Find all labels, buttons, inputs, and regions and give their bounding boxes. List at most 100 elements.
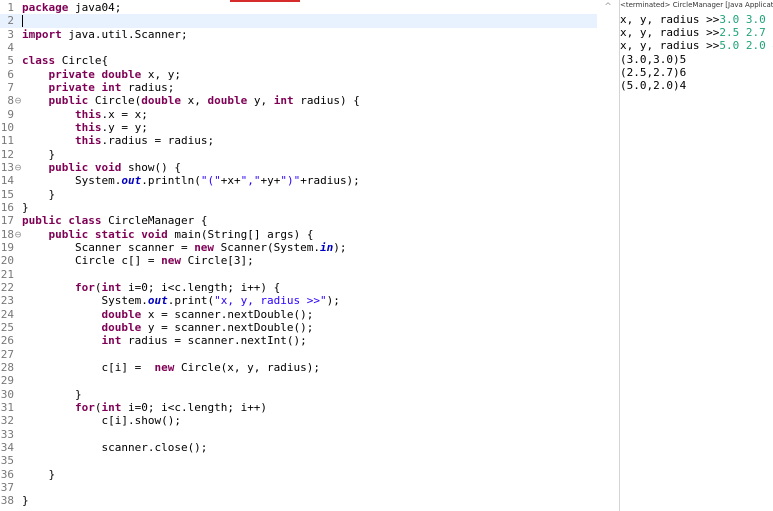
code-text: private double x, y;	[48, 67, 181, 81]
code-text: }	[22, 187, 56, 201]
code-line[interactable]: 19 Scanner scanner = new Scanner(System.…	[0, 241, 597, 255]
code-line[interactable]: 21	[0, 268, 597, 282]
line-number: 1	[7, 1, 14, 14]
line-number: 7	[7, 80, 14, 94]
code-line[interactable]: 37	[0, 481, 597, 495]
line-number: 8	[7, 94, 14, 108]
code-text: public Circle(double x, double y, int ra…	[48, 94, 360, 108]
console-output-text: (3.0,3.0)5	[620, 52, 687, 66]
code-text: private int radius;	[48, 80, 175, 94]
error-marker	[230, 0, 300, 2]
line-number: 20	[0, 254, 14, 268]
code-line[interactable]: 32 c[i].show();	[0, 414, 597, 428]
console-view[interactable]: <terminated> CircleManager [Java Applica…	[620, 0, 773, 511]
code-line[interactable]: 12 }	[0, 148, 597, 162]
code-line[interactable]: 10 this.y = y;	[0, 121, 597, 135]
code-line[interactable]: 29	[0, 374, 597, 388]
line-number: 24	[0, 307, 14, 321]
chevron-up-icon[interactable]: ^	[601, 2, 615, 14]
console-title: <terminated> CircleManager [Java Applica…	[620, 1, 773, 9]
code-line[interactable]: 5 class Circle{	[0, 54, 597, 68]
code-text: scanner.close();	[22, 440, 208, 454]
code-line[interactable]: 14 System.out.println("("+x+","+y+")"+ra…	[0, 174, 597, 188]
code-line[interactable]: 31 for(int i=0; i<c.length; i++)	[0, 401, 597, 415]
console-line: (3.0,3.0)5	[620, 53, 686, 66]
code-line[interactable]: 20 Circle c[] = new Circle[3];	[0, 254, 597, 268]
code-text: System.out.println("("+x+","+y+")"+radiu…	[22, 174, 360, 188]
line-number: 18	[0, 227, 14, 241]
code-line[interactable]: 16}	[0, 201, 597, 215]
line-number: 4	[7, 40, 14, 54]
code-line[interactable]: 18⊖ public static void main(String[] arg…	[0, 228, 597, 242]
code-text: }	[22, 200, 29, 214]
editor-overview-ruler	[597, 0, 619, 511]
code-text: this.y = y;	[74, 120, 148, 134]
code-line[interactable]: 15 }	[0, 188, 597, 202]
fold-collapse-icon[interactable]: ⊖	[14, 228, 22, 242]
code-text: Scanner scanner = new Scanner(System.in)…	[22, 240, 347, 254]
console-output-text: x, y, radius >>	[620, 26, 720, 40]
code-text: int radius = scanner.nextInt();	[101, 334, 307, 348]
line-number: 22	[0, 280, 14, 294]
code-line[interactable]: 17 public class CircleManager {	[0, 214, 597, 228]
code-text: }	[22, 494, 29, 508]
code-line[interactable]: 13⊖ public void show() {	[0, 161, 597, 175]
line-number: 12	[0, 147, 14, 161]
code-line[interactable]: 3 import java.util.Scanner;	[0, 28, 597, 42]
code-text: System.out.print("x, y, radius >>");	[22, 294, 340, 308]
line-number: 33	[0, 427, 14, 441]
line-number: 16	[0, 200, 14, 214]
code-line[interactable]: 26 int radius = scanner.nextInt();	[0, 334, 597, 348]
line-number: 13	[0, 160, 14, 174]
code-text: double x = scanner.nextDouble();	[101, 307, 314, 321]
line-number: 15	[0, 187, 14, 201]
line-number: 29	[0, 374, 14, 388]
line-number: 17	[0, 214, 14, 228]
code-line[interactable]: 22 for(int i=0; i<c.length; i++) {	[0, 281, 597, 295]
code-line[interactable]: 38}	[0, 494, 597, 508]
code-line[interactable]: 7 private int radius;	[0, 81, 597, 95]
code-line[interactable]: 28 c[i] = new Circle(x, y, radius);	[0, 361, 597, 375]
code-line[interactable]: 33	[0, 428, 597, 442]
line-number: 32	[0, 414, 14, 428]
code-text: for(int i=0; i<c.length; i++) {	[74, 280, 281, 294]
code-line[interactable]: 11 this.radius = radius;	[0, 134, 597, 148]
line-number: 35	[0, 454, 14, 468]
line-number: 19	[0, 240, 14, 254]
line-number: 28	[0, 360, 14, 374]
code-line[interactable]: 36 }	[0, 468, 597, 482]
line-number: 14	[0, 174, 14, 188]
code-editor[interactable]: 1 package java04; 2 3 import java.util.Scann…	[0, 0, 597, 511]
line-number: 30	[0, 387, 14, 401]
code-line[interactable]: 23 System.out.print("x, y, radius >>");	[0, 294, 597, 308]
code-line[interactable]: 1 package java04;	[0, 1, 597, 15]
code-text: double y = scanner.nextDouble();	[101, 320, 314, 334]
code-line[interactable]: 8⊖ public Circle(double x, double y, int…	[0, 94, 597, 108]
console-output-text: (2.5,2.7)6	[620, 65, 687, 79]
code-line[interactable]: 30 }	[0, 388, 597, 402]
text-cursor	[22, 15, 23, 28]
code-text: public static void main(String[] args) {	[48, 227, 314, 241]
line-number: 3	[7, 27, 14, 41]
code-line[interactable]: 34 scanner.close();	[0, 441, 597, 455]
fold-collapse-icon[interactable]: ⊖	[14, 161, 22, 175]
code-line[interactable]: 4	[0, 41, 597, 55]
line-number: 11	[0, 134, 14, 148]
line-number: 27	[0, 347, 14, 361]
line-number: 2	[7, 14, 14, 28]
code-line[interactable]: 24 double x = scanner.nextDouble();	[0, 308, 597, 322]
code-line[interactable]: 2	[0, 14, 597, 29]
code-line[interactable]: 9 this.x = x;	[0, 108, 597, 122]
code-line[interactable]: 35	[0, 454, 597, 468]
console-output-text: x, y, radius >>	[620, 39, 720, 53]
line-number: 36	[0, 467, 14, 481]
console-line: x, y, radius >>3.0 3.0 5	[620, 13, 773, 26]
code-text	[22, 14, 23, 28]
line-number: 37	[0, 480, 14, 494]
code-text: c[i] = new Circle(x, y, radius);	[22, 360, 321, 374]
fold-collapse-icon[interactable]: ⊖	[14, 94, 22, 108]
code-line[interactable]: 25 double y = scanner.nextDouble();	[0, 321, 597, 335]
code-line[interactable]: 27	[0, 348, 597, 362]
line-number: 10	[0, 120, 14, 134]
code-line[interactable]: 6 private double x, y;	[0, 68, 597, 82]
